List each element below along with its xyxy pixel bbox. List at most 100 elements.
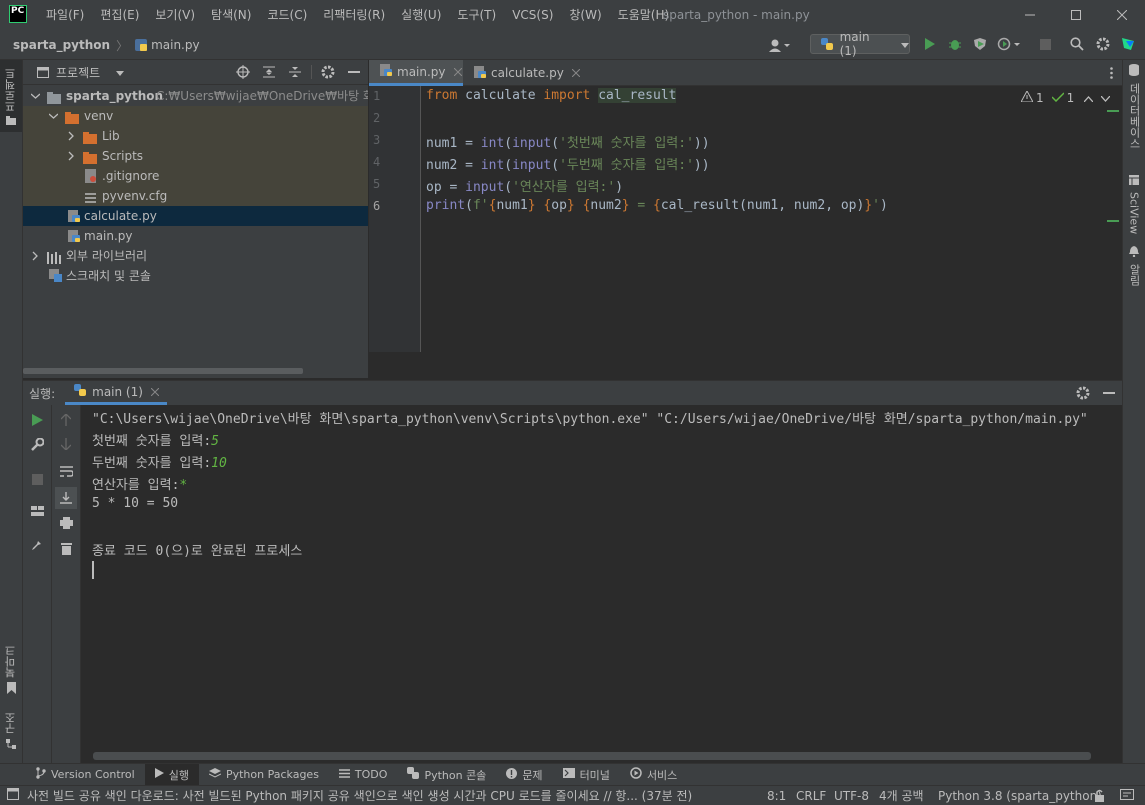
soft-wrap-icon[interactable] (58, 463, 74, 479)
tree-item-project-root[interactable]: sparta_python C:₩Users₩wijae₩OneDrive₩바탕… (23, 86, 368, 106)
jetbrains-toolbox-icon[interactable] (1119, 35, 1137, 53)
tab-version-control[interactable]: Version Control (26, 764, 145, 786)
arrow-up-icon[interactable] (58, 412, 74, 428)
gear-icon[interactable] (1075, 385, 1091, 401)
tree-item-lib[interactable]: Lib (23, 126, 368, 146)
account-icon[interactable] (766, 36, 792, 54)
menu-file[interactable]: 파일(F) (38, 0, 92, 30)
scratch-icon (49, 269, 63, 286)
bookmarks-tool-button[interactable]: 북마크 (0, 640, 22, 702)
run-configuration-select[interactable]: main (1) (810, 30, 910, 58)
bell-icon (1129, 246, 1139, 260)
notification-icon[interactable] (1120, 789, 1134, 805)
chevron-down-icon[interactable] (1100, 91, 1111, 105)
tree-item-calculate-py[interactable]: calculate.py (23, 206, 368, 226)
settings-button[interactable] (1094, 35, 1112, 53)
tree-item-gitignore[interactable]: .gitignore (23, 166, 368, 186)
menu-window[interactable]: 창(W) (561, 0, 609, 30)
python-interpreter[interactable]: Python 3.8 (sparta_python) (938, 789, 1102, 803)
chevron-down-icon[interactable] (116, 65, 125, 79)
tab-services[interactable]: 서비스 (620, 764, 687, 786)
profile-button[interactable] (996, 35, 1022, 53)
close-tab-icon[interactable] (453, 65, 462, 79)
tree-item-external-libraries[interactable]: 외부 라이브러리 (23, 246, 368, 266)
tab-problems[interactable]: 문제 (496, 764, 552, 786)
code-editor[interactable]: 1 2 3 4 5 6 from calculate import cal_re… (369, 86, 1122, 378)
editor-tabs: main.py calculate.py (369, 60, 1122, 86)
status-message[interactable]: 사전 빌드 공유 색인 다운로드: 사전 빌드된 Python 패키지 공유 색… (27, 787, 692, 804)
tree-item-scratches[interactable]: 스크래치 및 콘솔 (23, 266, 368, 286)
lock-icon[interactable] (1094, 789, 1105, 805)
notifications-tool-button[interactable]: 알림 (1123, 246, 1145, 290)
menu-refactor[interactable]: 리팩터링(R) (315, 0, 393, 30)
git-branch-icon (36, 767, 46, 782)
wrench-icon[interactable] (29, 436, 45, 452)
layout-icon[interactable] (29, 503, 45, 519)
arrow-down-icon[interactable] (58, 436, 74, 452)
sciview-tool-button[interactable]: SciView (1123, 174, 1145, 236)
more-tabs-icon[interactable] (1105, 65, 1117, 81)
horizontal-scrollbar[interactable] (93, 752, 1091, 760)
database-tool-button[interactable]: 데이터베이스 (1123, 64, 1145, 156)
project-view-title[interactable]: 프로젝트 (56, 64, 100, 81)
close-button[interactable] (1099, 0, 1145, 30)
file-encoding[interactable]: UTF-8 (834, 789, 869, 803)
scroll-to-end-button[interactable] (55, 487, 77, 509)
tab-python-packages[interactable]: Python Packages (199, 764, 329, 786)
tree-item-venv[interactable]: venv (23, 106, 368, 126)
hide-panel-icon[interactable] (346, 64, 362, 80)
run-console-output[interactable]: "C:\Users\wijae\OneDrive\바탕 화면\sparta_py… (81, 405, 1122, 765)
project-view-icon (36, 66, 50, 78)
stop-icon[interactable] (29, 471, 45, 487)
run-button[interactable] (921, 35, 939, 53)
menu-run[interactable]: 실행(U) (393, 0, 449, 30)
menu-code[interactable]: 코드(C) (259, 0, 315, 30)
menu-tools[interactable]: 도구(T) (449, 0, 504, 30)
tool-window-tabs: Version Control 실행 Python Packages TODO … (0, 763, 1145, 786)
debug-button[interactable] (946, 35, 964, 53)
tab-terminal[interactable]: 터미널 (553, 764, 620, 786)
indent-setting[interactable]: 4개 공백 (879, 787, 924, 804)
breadcrumb-file[interactable]: main.py (151, 38, 200, 52)
tree-item-pyvenv-cfg[interactable]: pyvenv.cfg (23, 186, 368, 206)
sciview-icon (1129, 174, 1139, 188)
gear-icon[interactable] (320, 64, 336, 80)
structure-tool-button[interactable]: 구조 (0, 708, 22, 756)
coverage-button[interactable] (971, 35, 989, 53)
minimize-button[interactable] (1007, 0, 1053, 30)
run-tab-main[interactable]: main (1) (65, 381, 167, 405)
line-separator[interactable]: CRLF (796, 789, 826, 803)
expand-all-icon[interactable] (261, 64, 277, 80)
close-tab-icon[interactable] (571, 66, 581, 80)
project-tool-button[interactable]: 프로젝트 (0, 60, 22, 132)
collapse-all-icon[interactable] (287, 64, 303, 80)
search-button[interactable] (1068, 35, 1086, 53)
tab-todo[interactable]: TODO (329, 764, 398, 786)
menu-vcs[interactable]: VCS(S) (504, 0, 561, 30)
locate-file-icon[interactable] (235, 64, 251, 80)
console-line-prompt-2: 두번째 숫자를 입력:10 (92, 456, 227, 471)
maximize-icon (1071, 10, 1081, 20)
menu-navigate[interactable]: 탐색(N) (203, 0, 259, 30)
tab-python-console[interactable]: Python 콘솔 (397, 764, 496, 786)
stop-button[interactable] (1036, 35, 1054, 53)
trash-icon[interactable] (58, 540, 74, 556)
tree-item-scripts[interactable]: Scripts (23, 146, 368, 166)
caret-position[interactable]: 8:1 (767, 789, 786, 803)
close-tab-icon[interactable] (150, 385, 160, 399)
menu-edit[interactable]: 편집(E) (92, 0, 147, 30)
inspection-widget[interactable]: 1 1 (1020, 89, 1111, 105)
rerun-icon[interactable] (29, 412, 45, 428)
tab-main-py[interactable]: main.py (369, 60, 463, 86)
tree-item-main-py[interactable]: main.py (23, 226, 368, 246)
horizontal-scrollbar[interactable] (23, 368, 303, 374)
print-icon[interactable] (58, 515, 74, 531)
chevron-up-icon[interactable] (1083, 91, 1094, 105)
maximize-button[interactable] (1053, 0, 1099, 30)
hide-panel-icon[interactable] (1101, 385, 1117, 401)
menu-view[interactable]: 보기(V) (147, 0, 203, 30)
pin-icon[interactable] (29, 536, 45, 552)
tab-run[interactable]: 실행 (144, 763, 199, 786)
tab-calculate-py[interactable]: calculate.py (463, 60, 581, 86)
breadcrumb-project[interactable]: sparta_python (13, 38, 110, 52)
